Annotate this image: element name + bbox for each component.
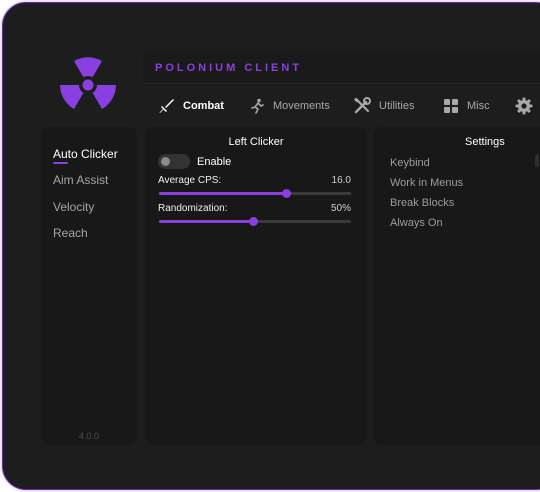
settings-title: Settings [465, 136, 505, 148]
app-title: POLONIUM CLIENT [155, 62, 303, 74]
average-cps-thumb[interactable] [281, 189, 291, 198]
settings-panel: Settings Keybind Work in Menus Break Blo… [373, 127, 540, 445]
tab-utilities[interactable]: Utilities [353, 89, 414, 123]
tab-utilities-label: Utilities [379, 100, 415, 112]
tab-movements[interactable]: Movements [249, 89, 330, 123]
module-list-panel: Auto Clicker Aim Assist Velocity Reach 4… [41, 127, 137, 445]
settings-scrollbar[interactable] [535, 154, 539, 167]
average-cps-value: 16.0 [331, 175, 351, 186]
module-settings-panel: Left Clicker Enable Average CPS: 16.0 Ra… [145, 127, 367, 445]
randomization-fill [159, 220, 254, 223]
tab-misc[interactable]: Misc [443, 89, 490, 123]
gear-icon [515, 97, 533, 115]
toggle-knob [161, 157, 170, 166]
tab-movements-label: Movements [273, 100, 330, 112]
tab-combat[interactable]: Combat [159, 89, 224, 123]
enable-toggle[interactable] [158, 154, 190, 169]
randomization-value: 50% [330, 203, 351, 214]
average-cps-label: Average CPS: [158, 175, 222, 186]
tab-settings[interactable] [515, 89, 540, 123]
active-module-indicator [53, 162, 68, 164]
running-icon [251, 98, 264, 114]
panel-title: Left Clicker [228, 136, 284, 148]
setting-break-blocks[interactable]: Break Blocks [390, 197, 454, 209]
sword-icon [159, 99, 174, 113]
module-aim-assist[interactable]: Aim Assist [53, 173, 108, 187]
randomization-slider[interactable] [159, 217, 351, 226]
randomization-thumb[interactable] [249, 217, 259, 226]
average-cps-slider[interactable] [159, 189, 351, 198]
setting-work-in-menus[interactable]: Work in Menus [390, 177, 463, 189]
randomization-label: Randomization: [158, 203, 228, 214]
average-cps-fill [159, 192, 286, 195]
module-reach[interactable]: Reach [53, 226, 88, 240]
grid-icon [444, 99, 458, 113]
tools-icon [354, 97, 371, 114]
client-window: POLONIUM CLIENT Combat Movements Utiliti… [2, 2, 540, 490]
module-auto-clicker[interactable]: Auto Clicker [53, 147, 118, 161]
enable-label: Enable [197, 156, 232, 168]
module-velocity[interactable]: Velocity [53, 200, 94, 214]
tab-misc-label: Misc [467, 100, 490, 112]
radiation-icon [60, 57, 116, 109]
tab-combat-label: Combat [183, 100, 224, 112]
setting-keybind[interactable]: Keybind [390, 157, 430, 169]
tab-bar: Combat Movements Utilities Misc [143, 89, 540, 123]
version-label: 4.0.0 [78, 431, 100, 441]
setting-always-on[interactable]: Always On [390, 217, 443, 229]
